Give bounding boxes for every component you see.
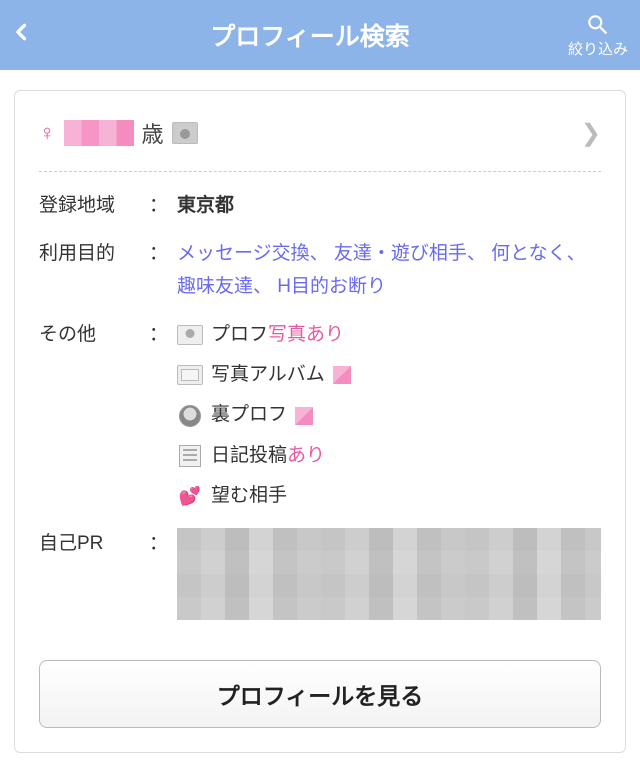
field-purpose: 利用目的 ： メッセージ交換、 友達・遊び相手、 何となく、 趣味友達、 H目的… xyxy=(39,238,601,303)
filter-button[interactable]: 絞り込み xyxy=(568,12,628,59)
other-item-ura: 裏プロフ xyxy=(177,399,601,431)
purpose-value[interactable]: メッセージ交換、 友達・遊び相手、 何となく、 趣味友達、 H目的お断り xyxy=(177,238,601,303)
profile-card: ♀ 歳 ❯ 登録地域 ： 東京都 利用目的 ： メッセージ交換、 友達・遊び相手… xyxy=(14,90,626,753)
album-icon xyxy=(177,364,203,386)
view-profile-button[interactable]: プロフィールを見る xyxy=(39,660,601,728)
other-label: その他 xyxy=(39,319,149,512)
profile-photo-icon xyxy=(177,324,203,346)
page-title: プロフィール検索 xyxy=(52,17,568,53)
field-other: その他 ： プロフ写真あり 写真アルバム 裏プロフ 日記投稿あり � xyxy=(39,319,601,512)
chevron-right-icon: ❯ xyxy=(581,119,601,148)
album-redacted xyxy=(333,366,351,384)
field-pr: 自己PR ： xyxy=(39,528,601,620)
pr-label: 自己PR xyxy=(39,528,149,620)
other-item-desire: 💕 望む相手 xyxy=(177,480,601,512)
field-region: 登録地域 ： 東京都 xyxy=(39,190,601,222)
header: プロフィール検索 絞り込み xyxy=(0,0,640,70)
region-value: 東京都 xyxy=(177,190,601,222)
filter-label: 絞り込み xyxy=(568,38,628,59)
purpose-label: 利用目的 xyxy=(39,238,149,303)
region-label: 登録地域 xyxy=(39,190,149,222)
divider xyxy=(39,171,601,172)
other-item-album: 写真アルバム xyxy=(177,359,601,391)
back-button[interactable] xyxy=(12,18,52,53)
profile-summary-row[interactable]: ♀ 歳 ❯ xyxy=(39,117,601,167)
age-label: 歳 xyxy=(142,117,164,149)
ura-icon xyxy=(177,405,203,427)
other-item-photo: プロフ写真あり xyxy=(177,319,601,351)
other-list: プロフ写真あり 写真アルバム 裏プロフ 日記投稿あり 💕 望む相手 xyxy=(177,319,601,512)
name-redacted xyxy=(64,120,134,146)
avatar-icon xyxy=(172,122,198,144)
diary-icon xyxy=(177,445,203,467)
ura-redacted xyxy=(295,407,313,425)
other-item-diary: 日記投稿あり xyxy=(177,440,601,472)
pr-redacted xyxy=(177,528,601,620)
gender-female-icon: ♀ xyxy=(39,120,56,146)
search-icon xyxy=(585,12,611,38)
desire-icon: 💕 xyxy=(177,485,203,507)
